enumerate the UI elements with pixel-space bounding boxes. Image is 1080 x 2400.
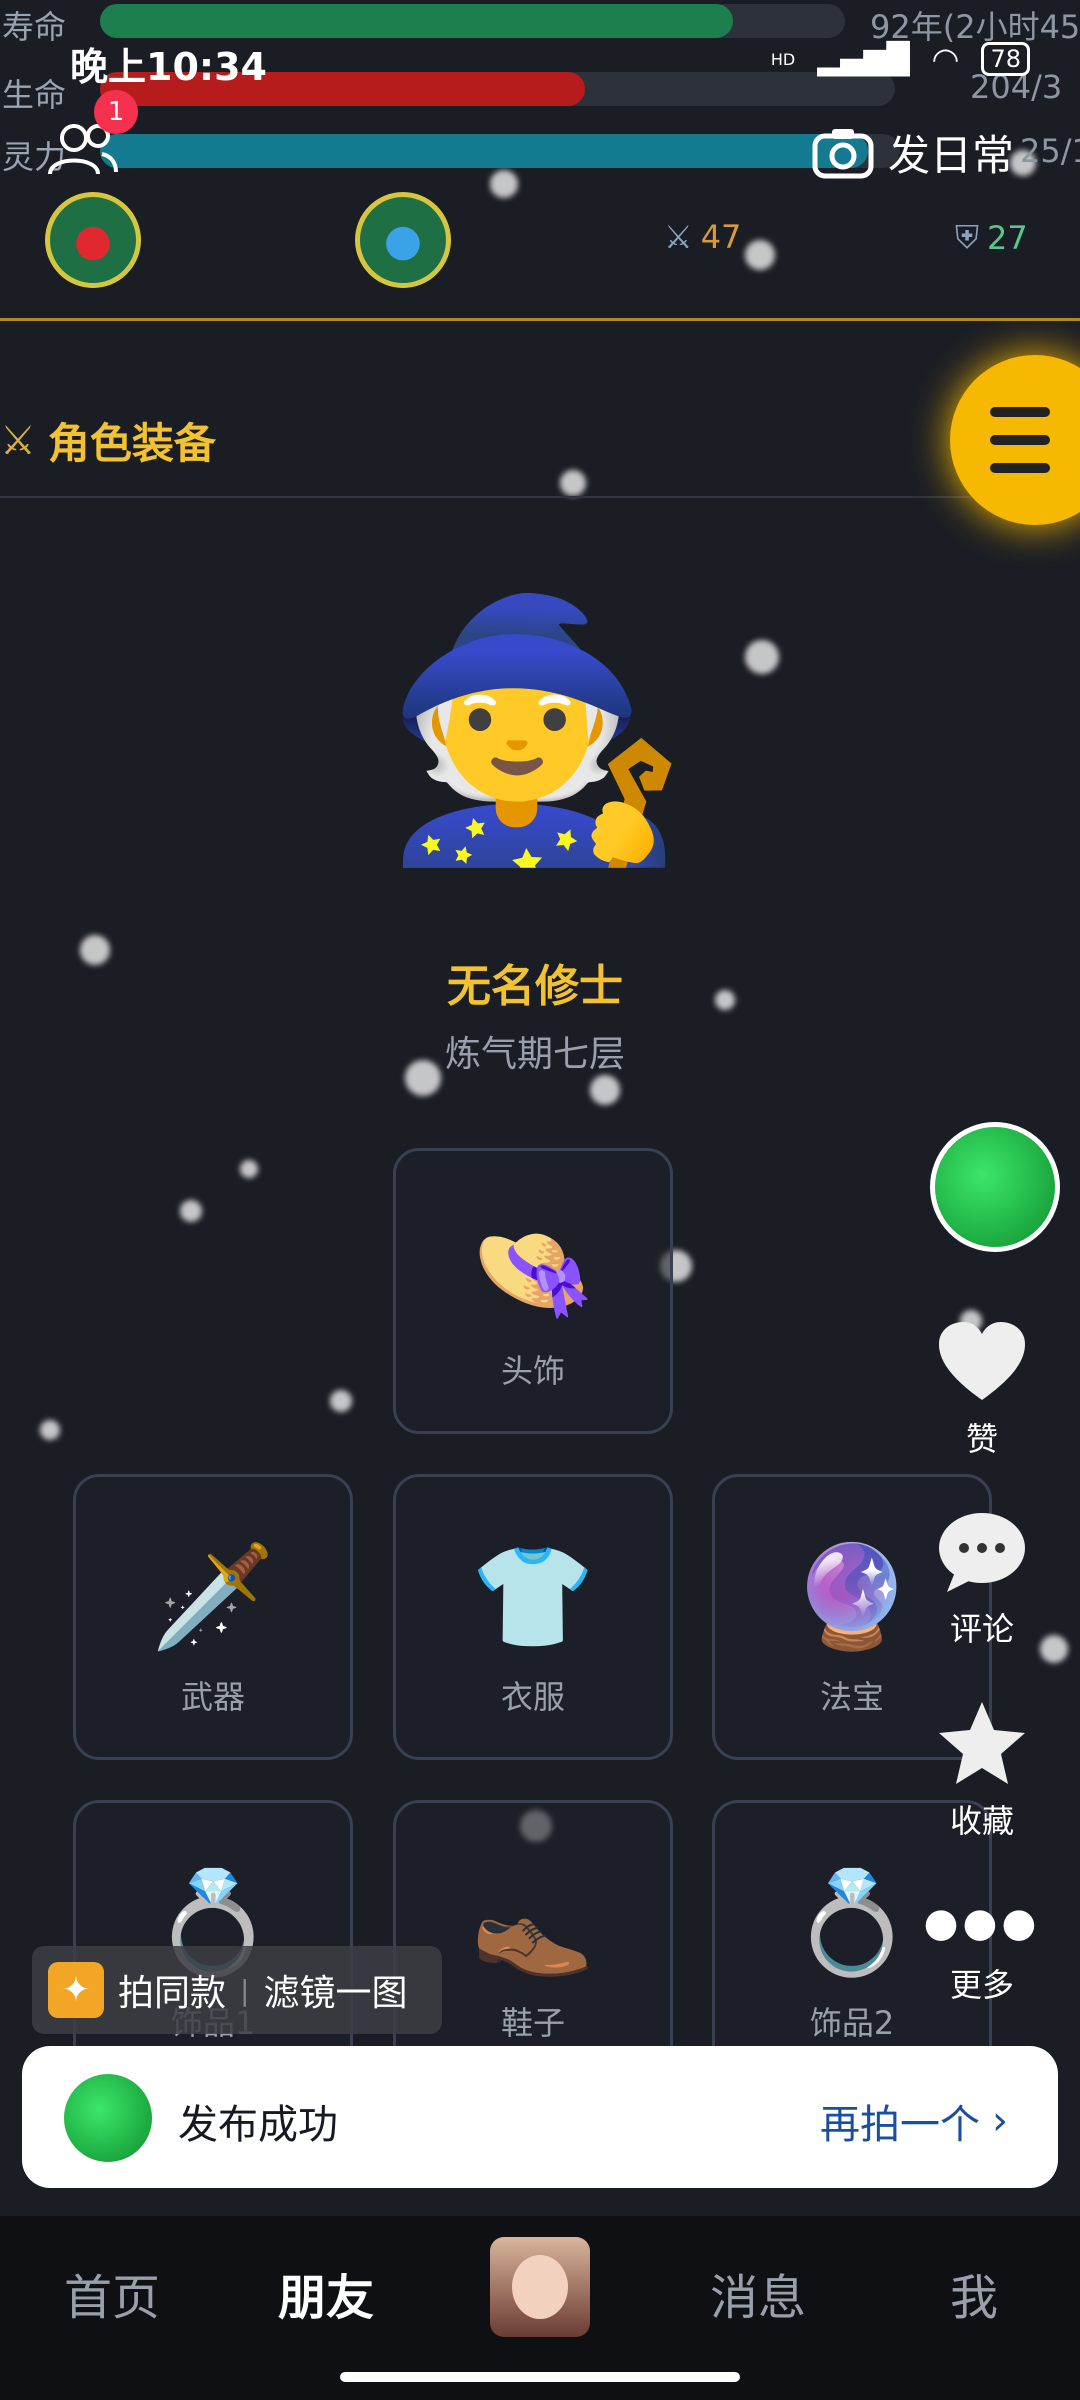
water-drop-icon: ● — [383, 214, 423, 266]
attack-value: 47 — [700, 218, 742, 256]
attack-stat: ⚔ 47 — [664, 218, 741, 256]
menu-icon — [990, 407, 1050, 417]
like-button[interactable]: 赞 — [922, 1320, 1042, 1460]
toast-thumbnail — [64, 2074, 152, 2162]
lifespan-row: 寿命 92年(2小时45 — [0, 0, 1080, 46]
equip-label: 头饰 — [500, 1352, 565, 1390]
more-dots-icon: ●●● — [923, 1900, 1041, 1946]
post-daily-label: 发日常 — [888, 131, 1015, 180]
chip-divider: | — [240, 1973, 250, 2007]
filter-label: 滤镜一图 — [263, 1973, 408, 2014]
friends-badge: 1 — [94, 90, 138, 134]
lifespan-label: 寿命 — [2, 8, 67, 46]
home-indicator — [340, 2372, 740, 2382]
character-realm: 炼气期七层 — [444, 1034, 625, 1075]
equip-slot-clothes[interactable]: 👕 衣服 — [393, 1474, 673, 1760]
shield-icon: ⛨ — [955, 218, 980, 256]
status-time: 晚上10:34 — [70, 45, 267, 89]
favorite-label: 收藏 — [949, 1802, 1014, 1840]
hat-icon: 👒 — [470, 1212, 596, 1329]
nav-create-button[interactable] — [490, 2237, 590, 2337]
defense-stat: ⛨ 27 — [955, 218, 1028, 257]
chevron-right-icon: › — [992, 2098, 1008, 2144]
heart-icon — [939, 1322, 1025, 1400]
shirt-icon: 👕 — [470, 1538, 596, 1655]
comment-label: 评论 — [949, 1610, 1014, 1648]
lifespan-bar — [100, 4, 845, 38]
nav-friends[interactable]: 朋友 — [278, 2258, 374, 2328]
equip-label: 武器 — [180, 1678, 245, 1716]
shoot-same-chip[interactable]: ✦ 拍同款 | 滤镜一图 — [32, 1946, 442, 2034]
menu-icon-line — [990, 435, 1050, 445]
section-header: ⚔ 角色装备 — [0, 410, 216, 471]
character-name: 无名修士 — [447, 961, 623, 1012]
network-label: HD — [770, 49, 796, 69]
crossed-swords-icon: ⚔ — [664, 218, 693, 256]
divider-section — [0, 496, 1080, 498]
comment-button[interactable]: 评论 — [922, 1510, 1042, 1650]
section-title: 角色装备 — [47, 419, 216, 468]
shoot-again-label: 再拍一个 — [820, 2102, 980, 2148]
shoot-again-button[interactable]: 再拍一个 › — [820, 2092, 1008, 2150]
more-label: 更多 — [949, 1966, 1014, 2004]
toast-message: 发布成功 — [178, 2102, 338, 2148]
favorite-button[interactable]: 收藏 — [922, 1700, 1042, 1842]
creator-avatar[interactable] — [930, 1122, 1060, 1252]
health-label: 生命 — [2, 76, 67, 114]
nav-messages[interactable]: 消息 — [710, 2258, 806, 2328]
spirit-bar-fill — [100, 134, 868, 168]
nav-home[interactable]: 首页 — [64, 2258, 160, 2328]
sword-icon: ⚔ — [0, 417, 36, 464]
health-potion-button[interactable]: ● — [45, 192, 141, 288]
status-icons: HD ▂▄▆█ ◠ 78 — [771, 40, 1030, 78]
spirit-potion-button[interactable]: ● — [355, 192, 451, 288]
equip-slot-weapon[interactable]: 🗡️ 武器 — [73, 1474, 353, 1760]
signal-icon: ▂▄▆█ — [817, 41, 910, 77]
post-daily-button[interactable]: 发日常 — [812, 122, 1014, 183]
profile-avatar — [512, 2255, 568, 2319]
sparkle-icon: ✦ — [48, 1962, 104, 2018]
more-button[interactable]: ●●● 更多 — [922, 1900, 1042, 2006]
publish-toast: 发布成功 再拍一个 › — [22, 2046, 1058, 2188]
spirit-value: 25/1 — [1020, 132, 1080, 170]
divider-gold — [0, 318, 1080, 321]
equip-slot-headwear[interactable]: 👒 头饰 — [393, 1148, 673, 1434]
lifespan-bar-fill — [100, 4, 734, 38]
comment-icon — [939, 1513, 1025, 1592]
equip-slot-shoes[interactable]: 👞 鞋子 — [393, 1800, 673, 2086]
camera-icon — [812, 128, 874, 178]
equip-slot-accessory1[interactable]: 💍 饰品1 — [73, 1800, 353, 2086]
like-label: 赞 — [965, 1420, 998, 1458]
blood-drop-icon: ● — [73, 214, 113, 266]
equip-label: 衣服 — [500, 1678, 565, 1716]
dagger-icon: 🗡️ — [150, 1538, 276, 1655]
friends-button[interactable]: 1 — [42, 90, 138, 178]
nav-me[interactable]: 我 — [950, 2258, 998, 2328]
battery-icon: 78 — [981, 42, 1030, 76]
defense-value: 27 — [987, 218, 1028, 257]
wifi-icon: ◠ — [931, 40, 960, 78]
shoot-same-label: 拍同款 — [118, 1973, 227, 2014]
star-icon — [939, 1702, 1025, 1784]
menu-icon-line — [990, 463, 1050, 473]
character-avatar: 🧙 — [380, 584, 692, 875]
spirit-bar — [100, 134, 900, 168]
